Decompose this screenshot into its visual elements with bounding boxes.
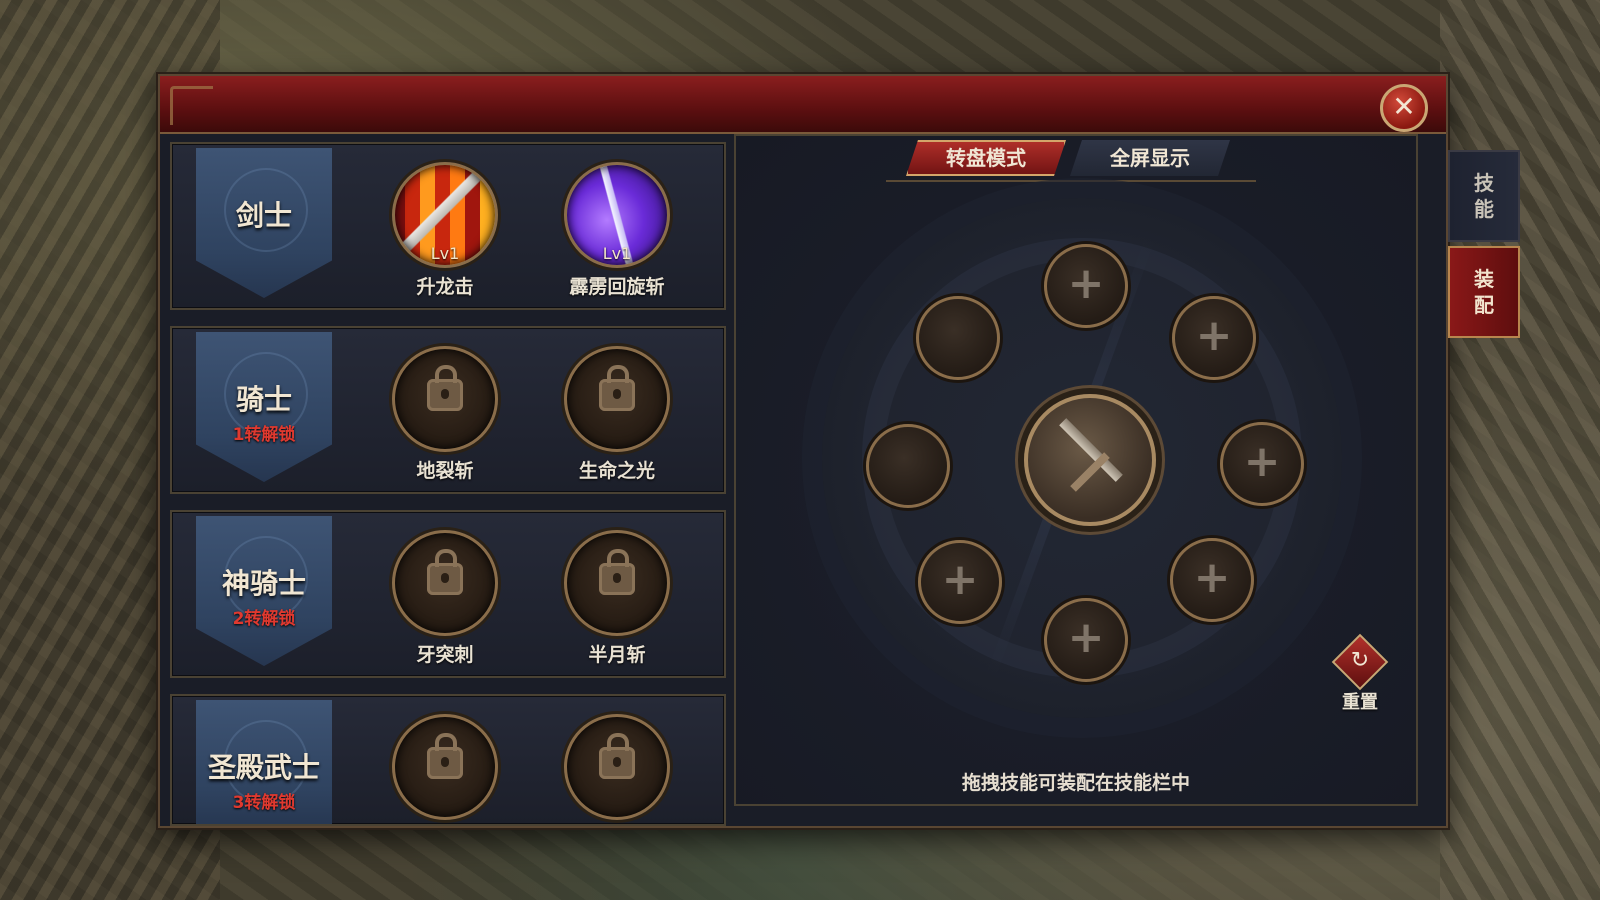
skill-locked[interactable] [390,714,500,820]
skill-locked[interactable]: 地裂斩 [390,346,500,483]
class-unlock-label: 3转解锁 [232,793,296,813]
skill-thunder-spin[interactable]: Lv1 霹雳回旋斩 [562,162,672,299]
skill-locked[interactable] [562,714,672,820]
skill-slot[interactable] [564,530,670,636]
sword-guard [1070,452,1110,492]
background-ground [1440,0,1600,900]
skill-name: 地裂斩 [416,460,474,482]
lock-icon [427,365,463,411]
class-banner: 圣殿武士 3转解锁 [196,700,332,824]
skill-level: Lv1 [430,244,460,263]
skill-name: 半月斩 [588,644,646,666]
skill-name: 霹雳回旋斩 [569,276,665,298]
class-banner: 骑士 1转解锁 [196,332,332,482]
plus-icon: + [1067,258,1105,309]
class-banner: 神骑士 2转解锁 [196,516,332,666]
lock-icon [427,733,463,779]
title-ornament [170,86,213,125]
class-unlock-label: 1转解锁 [232,425,296,445]
skill-locked[interactable]: 半月斩 [562,530,672,667]
skill-name: 升龙击 [416,276,474,298]
class-unlock-label: 2转解锁 [232,609,296,629]
wheel-slot-left[interactable] [866,424,950,508]
class-row-templar: 圣殿武士 3转解锁 [170,694,726,826]
class-row-knight: 骑士 1转解锁 地裂斩 生命之光 [170,326,726,494]
wheel-slot-upper-right[interactable]: + [1172,296,1256,380]
skill-wheel-panel: 转盘模式 全屏显示 + + + + + + ↻ 重置 拖拽技能可装配在技能栏中 [734,134,1418,806]
skill-name: 牙突刺 [416,644,474,666]
wheel-slot-lower-right[interactable]: + [1170,538,1254,622]
plus-icon: + [1243,436,1281,487]
plus-icon: + [1193,552,1231,603]
lock-icon [599,733,635,779]
skill-slot[interactable] [392,530,498,636]
side-tabs: 技 能 装 配 [1448,150,1520,342]
side-tab-label: 装 [1474,267,1494,291]
side-tab-skills[interactable]: 技 能 [1448,150,1520,242]
reset-button[interactable]: ↻ 重置 [1330,633,1390,714]
reset-label: 重置 [1342,692,1378,713]
skill-locked[interactable]: 生命之光 [562,346,672,483]
wheel-slot-upper-left[interactable] [916,296,1000,380]
lock-icon [599,549,635,595]
skill-slot[interactable] [392,346,498,452]
class-row-swordsman: 剑士 Lv1 升龙击 Lv1 霹雳回旋斩 [170,142,726,310]
side-tab-label: 技 [1474,171,1494,195]
class-name: 圣殿武士 [207,751,320,784]
skill-dragon-strike[interactable]: Lv1 升龙击 [390,162,500,299]
class-name: 骑士 [235,383,292,416]
dragon-strike-icon[interactable]: Lv1 [392,162,498,268]
plus-icon: + [1195,310,1233,361]
tab-wheel-mode[interactable]: 转盘模式 [906,140,1066,176]
skill-window: ✕ 剑士 Lv1 升龙击 Lv1 霹雳回旋斩 骑士 1转解锁 地裂斩 生命之光 … [158,74,1448,828]
class-name: 剑士 [235,199,292,232]
drag-hint: 拖拽技能可装配在技能栏中 [961,772,1190,794]
skill-locked[interactable]: 牙突刺 [390,530,500,667]
class-banner: 剑士 [196,148,332,298]
side-tab-label: 能 [1474,197,1494,221]
title-bar: ✕ [160,76,1446,134]
lock-icon [427,549,463,595]
class-name: 神骑士 [221,567,306,600]
side-tab-label: 配 [1474,293,1494,317]
class-skill-list: 剑士 Lv1 升龙击 Lv1 霹雳回旋斩 骑士 1转解锁 地裂斩 生命之光 神骑… [170,142,726,826]
skill-name: 生命之光 [578,460,655,482]
plus-icon: + [941,554,979,605]
side-tab-equip[interactable]: 装 配 [1448,246,1520,338]
skill-level: Lv1 [602,244,632,263]
close-button[interactable]: ✕ [1380,84,1428,132]
tab-fullscreen[interactable]: 全屏显示 [1070,140,1230,176]
plus-icon: + [1067,612,1105,663]
skill-slot[interactable] [564,714,670,820]
thunder-spin-icon[interactable]: Lv1 [564,162,670,268]
wheel-slot-bottom[interactable]: + [1044,598,1128,682]
lock-icon [599,365,635,411]
class-row-holy-knight: 神骑士 2转解锁 牙突刺 半月斩 [170,510,726,678]
wheel-slot-right[interactable]: + [1220,422,1304,506]
skill-slot[interactable] [392,714,498,820]
attack-button[interactable] [1024,394,1156,526]
wheel-slot-lower-left[interactable]: + [918,540,1002,624]
skill-slot[interactable] [564,346,670,452]
wheel-slot-top[interactable]: + [1044,244,1128,328]
reset-icon: ↻ [1350,648,1370,673]
